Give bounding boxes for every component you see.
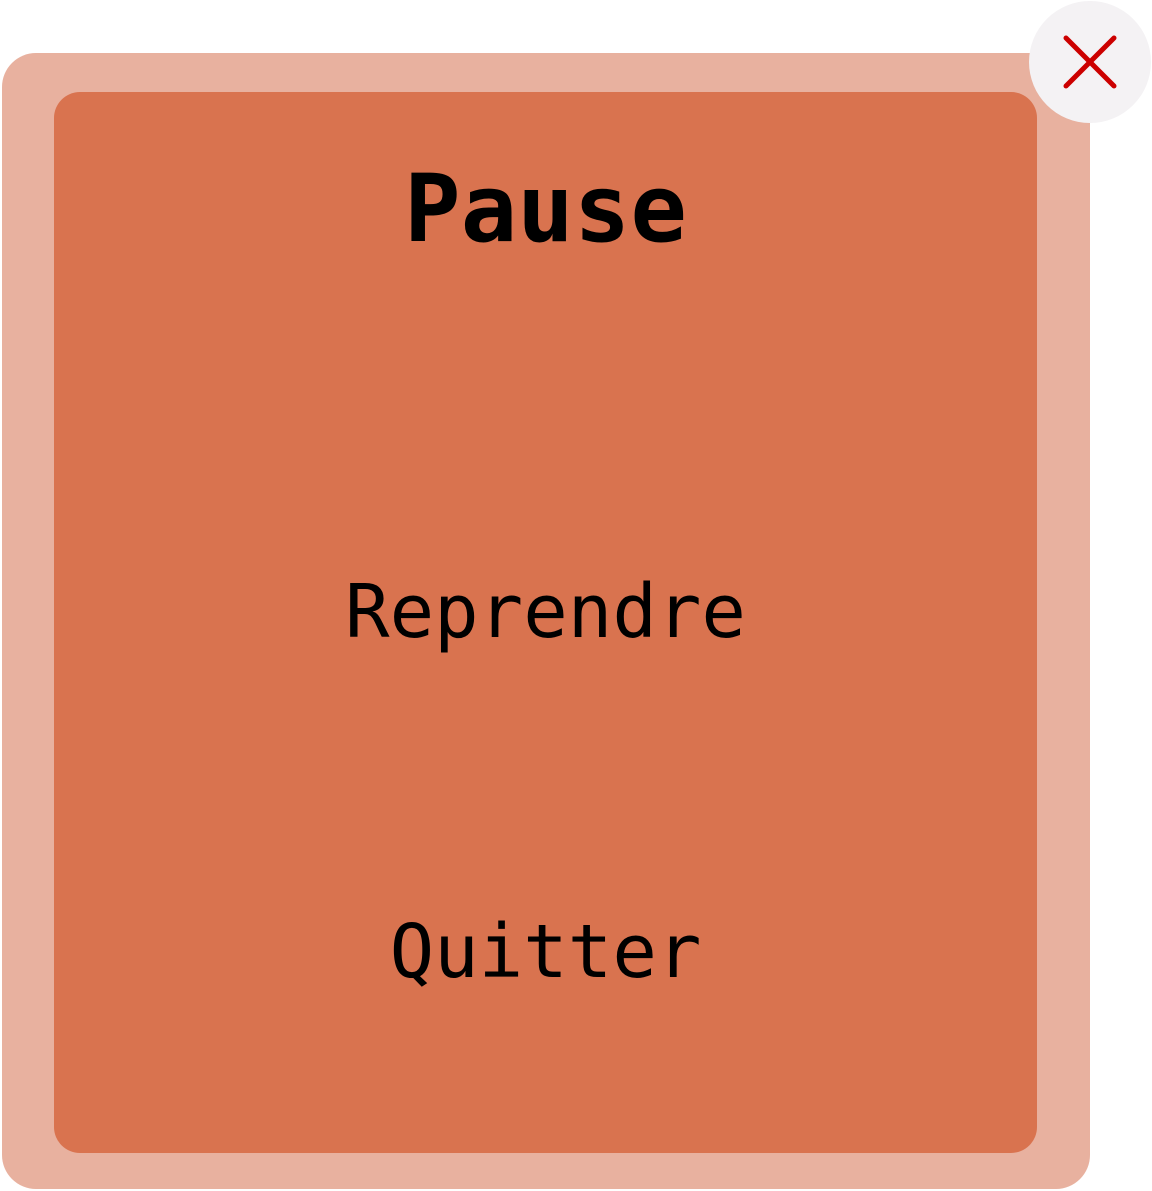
pause-title: Pause <box>404 155 687 264</box>
close-icon <box>1063 35 1117 89</box>
resume-button[interactable]: Reprendre <box>54 562 1037 662</box>
quit-button[interactable]: Quitter <box>54 902 1037 1002</box>
close-button[interactable] <box>1029 1 1151 123</box>
game-screen: Pause Reprendre Quitter <box>0 0 1152 1191</box>
